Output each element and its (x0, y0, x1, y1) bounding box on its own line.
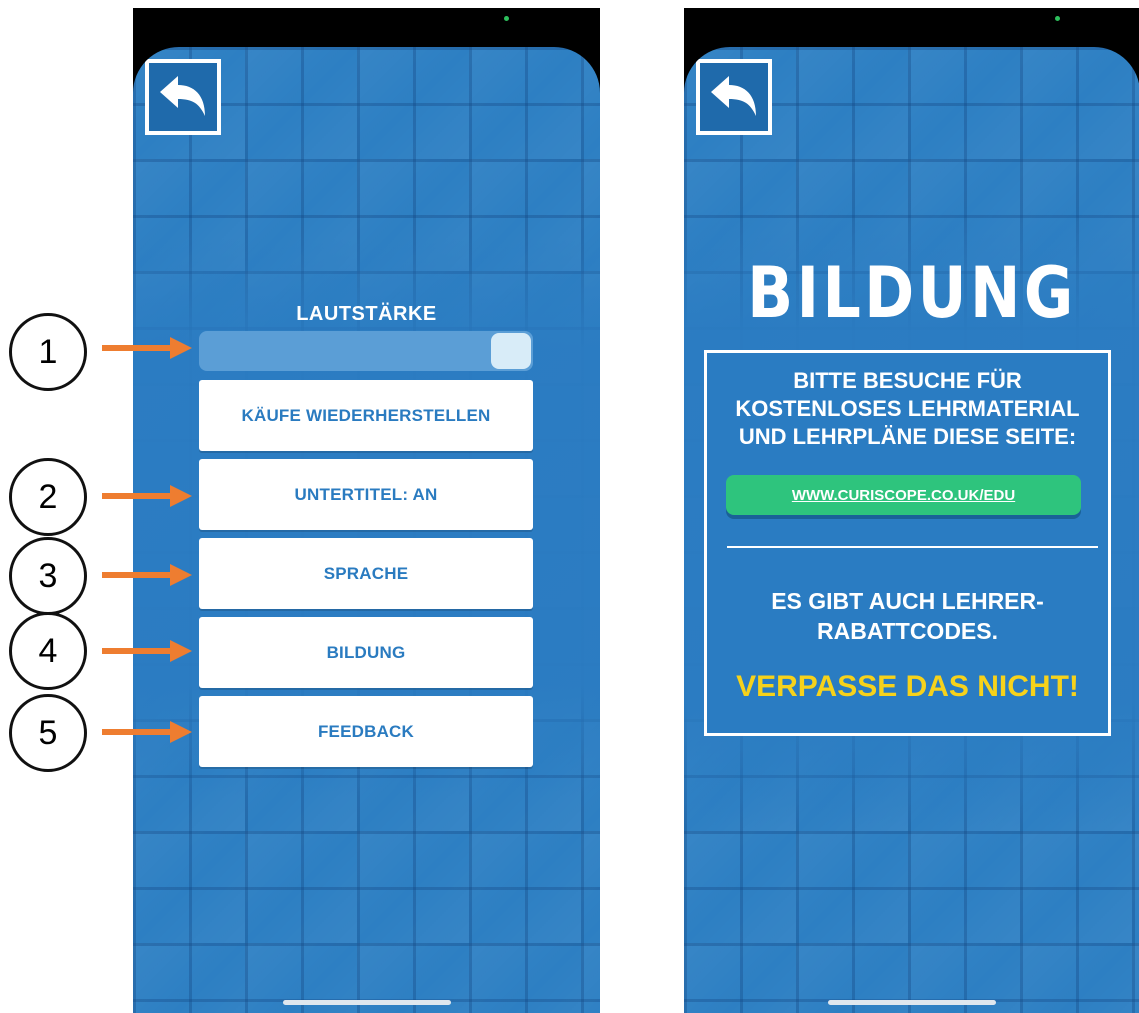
back-button[interactable] (696, 59, 772, 135)
restore-purchases-button[interactable]: KÄUFE WIEDERHERSTELLEN (199, 380, 533, 451)
feedback-button[interactable]: FEEDBACK (199, 696, 533, 767)
page-title: BILDUNG (747, 252, 1077, 334)
annotation-1: 1 (9, 313, 87, 391)
home-indicator[interactable] (282, 1000, 451, 1005)
language-button[interactable]: SPRACHE (199, 538, 533, 609)
arrow-icon-3 (102, 564, 192, 586)
arrow-icon-2 (102, 485, 192, 507)
home-indicator[interactable] (828, 1000, 996, 1005)
annotation-4: 4 (9, 612, 87, 690)
info-text: BITTE BESUCHE FÜR KOSTENLOSES LEHRMATERI… (735, 368, 1080, 449)
arrow-icon-1 (102, 337, 192, 359)
volume-slider-thumb[interactable] (491, 333, 531, 369)
teacher-discount-text: ES GIBT AUCH LEHRER-RABATTCODES. (771, 588, 1044, 644)
camera-indicator (1055, 16, 1060, 21)
annotation-label-4: 4 (38, 631, 58, 670)
subtitles-button[interactable]: UNTERTITEL: AN (199, 459, 533, 530)
arrow-icon-5 (102, 721, 192, 743)
volume-label: LAUTSTÄRKE (296, 303, 437, 325)
education-button[interactable]: BILDUNG (199, 617, 533, 688)
annotation-label-3: 3 (38, 556, 58, 595)
arrow-icon-4 (102, 640, 192, 662)
annotation-label-1: 1 (38, 332, 58, 371)
divider (727, 546, 1098, 548)
annotation-label-2: 2 (38, 477, 58, 516)
warning-text: VERPASSE DAS NICHT! (736, 670, 1079, 703)
settings-screen: LAUTSTÄRKE KÄUFE WIEDERHERSTELLEN UNTERT… (133, 47, 600, 1013)
education-screen: BILDUNG BITTE BESUCHE FÜR KOSTENLOSES LE… (684, 47, 1139, 1013)
camera-indicator (504, 16, 509, 21)
back-button[interactable] (145, 59, 221, 135)
annotation-5: 5 (9, 694, 87, 772)
back-arrow-icon (160, 76, 205, 116)
education-phone: BILDUNG BITTE BESUCHE FÜR KOSTENLOSES LE… (684, 8, 1139, 1013)
annotation-3: 3 (9, 537, 87, 615)
volume-slider[interactable] (199, 331, 533, 371)
settings-phone: LAUTSTÄRKE KÄUFE WIEDERHERSTELLEN UNTERT… (133, 8, 600, 1013)
back-arrow-icon (711, 76, 756, 116)
info-panel: BITTE BESUCHE FÜR KOSTENLOSES LEHRMATERI… (704, 350, 1111, 736)
annotation-label-5: 5 (38, 713, 58, 752)
annotation-2: 2 (9, 458, 87, 536)
website-link-button[interactable]: WWW.CURISCOPE.CO.UK/EDU (726, 475, 1081, 515)
